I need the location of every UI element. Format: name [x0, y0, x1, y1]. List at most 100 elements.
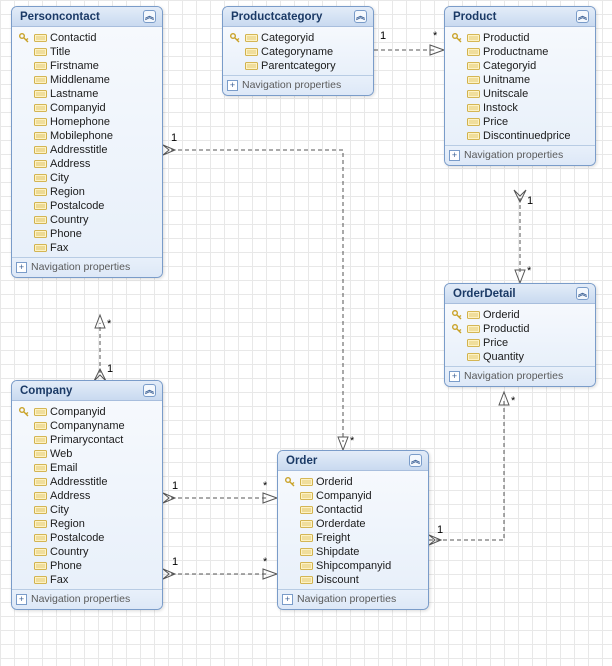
collapse-icon[interactable]: ︽ [354, 10, 367, 23]
property-row[interactable]: Address [16, 489, 158, 503]
property-row[interactable]: Fax [16, 241, 158, 255]
entity-header[interactable]: Product ︽ [445, 7, 595, 27]
entity-product[interactable]: Product ︽ ProductidProductnameCategoryid… [444, 6, 596, 166]
property-row[interactable]: Price [449, 336, 591, 350]
nav-properties[interactable]: + Navigation properties [445, 366, 595, 386]
nav-properties[interactable]: + Navigation properties [278, 589, 428, 609]
property-row[interactable]: Companyname [16, 419, 158, 433]
entity-orderdetail[interactable]: OrderDetail ︽ OrderidProductidPriceQuant… [444, 283, 596, 387]
entity-productcategory[interactable]: Productcategory ︽ CategoryidCategoryname… [222, 6, 374, 96]
entity-body: CategoryidCategorynameParentcategory [223, 27, 373, 75]
property-row[interactable]: Contactid [16, 31, 158, 45]
property-row[interactable]: Discount [282, 573, 424, 587]
property-label: Companyid [316, 490, 372, 502]
nav-properties[interactable]: + Navigation properties [223, 75, 373, 95]
property-row[interactable]: Country [16, 545, 158, 559]
property-row[interactable]: Postalcode [16, 199, 158, 213]
property-icon [33, 463, 47, 474]
property-icon [244, 61, 258, 72]
property-row[interactable]: Middlename [16, 73, 158, 87]
expand-icon[interactable]: + [227, 80, 238, 91]
property-row[interactable]: Freight [282, 531, 424, 545]
property-icon [33, 477, 47, 488]
property-row[interactable]: Phone [16, 227, 158, 241]
property-label: Companyid [50, 102, 106, 114]
property-row[interactable]: Unitscale [449, 87, 591, 101]
property-icon [33, 131, 47, 142]
entity-header[interactable]: Order ︽ [278, 451, 428, 471]
property-row[interactable]: Categoryid [227, 31, 369, 45]
entity-company[interactable]: Company ︽ CompanyidCompanynamePrimarycon… [11, 380, 163, 610]
property-row[interactable]: Title [16, 45, 158, 59]
property-row[interactable]: Homephone [16, 115, 158, 129]
property-row[interactable]: Addresstitle [16, 475, 158, 489]
property-row[interactable]: Mobilephone [16, 129, 158, 143]
property-row[interactable]: Phone [16, 559, 158, 573]
property-row[interactable]: Address [16, 157, 158, 171]
property-row[interactable]: Shipdate [282, 545, 424, 559]
property-row[interactable]: Firstname [16, 59, 158, 73]
property-row[interactable]: Fax [16, 573, 158, 587]
property-row[interactable]: Companyid [282, 489, 424, 503]
property-label: Primarycontact [50, 434, 123, 446]
expand-icon[interactable]: + [449, 150, 460, 161]
property-row[interactable]: City [16, 171, 158, 185]
property-row[interactable]: Lastname [16, 87, 158, 101]
property-label: Productid [483, 323, 529, 335]
property-row[interactable]: Postalcode [16, 531, 158, 545]
property-row[interactable]: Orderid [282, 475, 424, 489]
expand-icon[interactable]: + [16, 262, 27, 273]
property-row[interactable]: Region [16, 517, 158, 531]
property-row[interactable]: Parentcategory [227, 59, 369, 73]
property-row[interactable]: Companyid [16, 101, 158, 115]
expand-icon[interactable]: + [16, 594, 27, 605]
property-row[interactable]: Price [449, 115, 591, 129]
property-row[interactable]: Contactid [282, 503, 424, 517]
collapse-icon[interactable]: ︽ [576, 287, 589, 300]
property-row[interactable]: Categoryid [449, 59, 591, 73]
property-icon [466, 117, 480, 128]
property-row[interactable]: Productid [449, 322, 591, 336]
expand-icon[interactable]: + [282, 594, 293, 605]
property-row[interactable]: Email [16, 461, 158, 475]
property-row[interactable]: Discontinuedprice [449, 129, 591, 143]
collapse-icon[interactable]: ︽ [143, 384, 156, 397]
collapse-icon[interactable]: ︽ [143, 10, 156, 23]
property-row[interactable]: Instock [449, 101, 591, 115]
property-icon [33, 201, 47, 212]
entity-order[interactable]: Order ︽ OrderidCompanyidContactidOrderda… [277, 450, 429, 610]
property-row[interactable]: Orderdate [282, 517, 424, 531]
property-row[interactable]: Shipcompanyid [282, 559, 424, 573]
property-row[interactable]: Region [16, 185, 158, 199]
property-row[interactable]: Orderid [449, 308, 591, 322]
property-row[interactable]: Quantity [449, 350, 591, 364]
property-row[interactable]: Productid [449, 31, 591, 45]
entity-body: OrderidCompanyidContactidOrderdateFreigh… [278, 471, 428, 589]
entity-personcontact[interactable]: Personcontact ︽ ContactidTitleFirstnameM… [11, 6, 163, 278]
property-row[interactable]: Categoryname [227, 45, 369, 59]
entity-header[interactable]: Productcategory ︽ [223, 7, 373, 27]
property-row[interactable]: Web [16, 447, 158, 461]
property-row[interactable]: Addresstitle [16, 143, 158, 157]
property-row[interactable]: Companyid [16, 405, 158, 419]
entity-header[interactable]: Company ︽ [12, 381, 162, 401]
nav-properties[interactable]: + Navigation properties [12, 257, 162, 277]
property-row[interactable]: City [16, 503, 158, 517]
property-icon [33, 173, 47, 184]
entity-header[interactable]: Personcontact ︽ [12, 7, 162, 27]
property-label: Region [50, 186, 85, 198]
expand-icon[interactable]: + [449, 371, 460, 382]
property-row[interactable]: Unitname [449, 73, 591, 87]
property-row[interactable]: Country [16, 213, 158, 227]
nav-properties[interactable]: + Navigation properties [12, 589, 162, 609]
collapse-icon[interactable]: ︽ [576, 10, 589, 23]
entity-header[interactable]: OrderDetail ︽ [445, 284, 595, 304]
nav-properties[interactable]: + Navigation properties [445, 145, 595, 165]
property-icon [33, 61, 47, 72]
property-label: Discount [316, 574, 359, 586]
property-icon [466, 89, 480, 100]
collapse-icon[interactable]: ︽ [409, 454, 422, 467]
property-label: Unitscale [483, 88, 528, 100]
property-row[interactable]: Productname [449, 45, 591, 59]
property-row[interactable]: Primarycontact [16, 433, 158, 447]
